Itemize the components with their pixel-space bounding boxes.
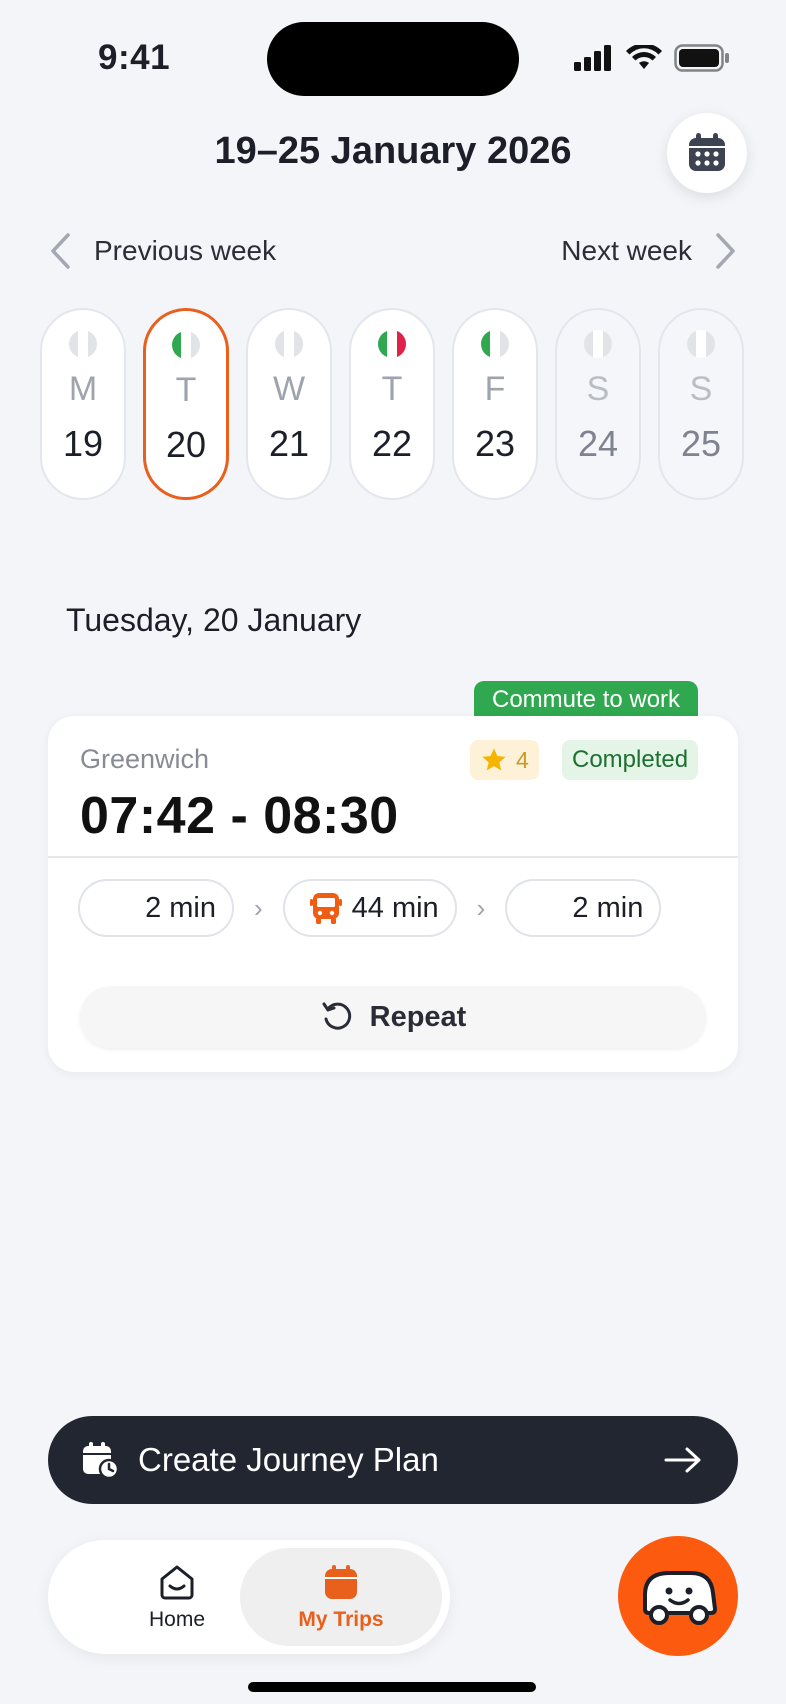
flag-icon <box>584 330 612 358</box>
day-number: 19 <box>62 423 104 464</box>
flag-icon <box>481 330 509 358</box>
day-number: 24 <box>577 423 619 464</box>
wifi-icon <box>626 45 662 69</box>
tab-home[interactable]: Home <box>112 1562 242 1632</box>
assistant-car-button[interactable] <box>618 1536 738 1656</box>
leg-duration: 2 min <box>572 891 644 924</box>
day-letter: T <box>381 370 403 408</box>
day-pill[interactable]: M 19 <box>40 308 126 500</box>
day-pill[interactable]: W 21 <box>246 308 332 500</box>
chevron-right-icon <box>716 233 735 269</box>
day-letter: S <box>689 370 713 408</box>
day-letter: S <box>586 370 610 408</box>
day-number: 25 <box>680 423 722 464</box>
next-week-label: Next week <box>561 235 692 266</box>
trip-legs: 2 min › 44 min › 2 min <box>78 879 662 937</box>
trip-time-range: 07:42 - 08:30 <box>80 787 399 845</box>
day-selector: M 19 T 20 W 21 T 22 F 23 S 24 S 25 <box>40 308 744 500</box>
flag-icon <box>172 331 200 359</box>
create-journey-plan-button[interactable]: Create Journey Plan <box>48 1416 738 1504</box>
smiling-car-icon <box>643 1571 717 1625</box>
repeat-icon <box>322 1002 351 1030</box>
repeat-button[interactable]: Repeat <box>80 986 706 1048</box>
calendar-icon <box>689 133 725 171</box>
selected-date-heading: Tuesday, 20 January <box>66 602 362 638</box>
flag-icon <box>687 330 715 358</box>
arrow-right-icon <box>664 1447 701 1473</box>
day-letter: T <box>175 371 197 409</box>
next-week-button[interactable]: Next week <box>561 232 738 270</box>
day-number: 21 <box>268 423 310 464</box>
bus-leg: 44 min <box>282 879 457 937</box>
day-letter: F <box>484 370 506 408</box>
trip-origin: Greenwich <box>80 744 210 774</box>
calendar-button[interactable] <box>667 113 747 193</box>
calendar-icon <box>325 1565 357 1599</box>
star-icon <box>482 748 506 771</box>
day-pill[interactable]: T 22 <box>349 308 435 500</box>
tab-bar: Home My Trips <box>48 1540 450 1654</box>
chevron-left-icon <box>51 233 70 269</box>
status-icons <box>574 44 730 72</box>
flag-icon <box>378 330 406 358</box>
tab-my-trips-label: My Trips <box>298 1608 384 1631</box>
walk-leg: 2 min <box>78 879 234 937</box>
chevron-right-icon: › <box>254 892 263 923</box>
repeat-label: Repeat <box>369 1000 467 1033</box>
dynamic-island <box>267 22 519 96</box>
calendar-clock-icon <box>83 1442 120 1480</box>
battery-icon <box>674 44 729 72</box>
day-pill-selected[interactable]: T 20 <box>143 308 229 500</box>
bus-icon <box>309 893 342 924</box>
rating-badge: 4 <box>470 740 539 780</box>
home-icon <box>160 1565 194 1600</box>
flag-icon <box>275 330 303 358</box>
day-number: 20 <box>165 424 207 465</box>
day-number: 22 <box>371 423 413 464</box>
trip-card[interactable]: Greenwich 4 Completed 07:42 - 08:30 2 mi… <box>48 716 738 1072</box>
rating-value: 4 <box>516 746 529 773</box>
day-number: 23 <box>474 423 516 464</box>
status-badge: Completed <box>562 740 699 780</box>
day-pill[interactable]: S 24 <box>555 308 641 500</box>
day-pill[interactable]: S 25 <box>658 308 744 500</box>
leg-duration: 2 min <box>145 891 216 924</box>
tab-home-label: Home <box>148 1608 206 1631</box>
status-time: 9:41 <box>98 38 171 77</box>
walk-leg: 2 min <box>505 879 662 937</box>
chevron-right-icon: › <box>476 892 486 923</box>
previous-week-label: Previous week <box>94 235 277 266</box>
previous-week-button[interactable]: Previous week <box>48 232 276 270</box>
cellular-signal-icon <box>574 45 611 71</box>
day-pill[interactable]: F 23 <box>452 308 538 500</box>
home-indicator <box>248 1682 536 1692</box>
day-letter: W <box>272 370 306 408</box>
create-journey-plan-label: Create Journey Plan <box>138 1441 439 1478</box>
leg-duration: 44 min <box>351 891 439 924</box>
divider <box>48 856 738 858</box>
tab-my-trips[interactable]: My Trips <box>240 1548 442 1646</box>
flag-icon <box>69 330 97 358</box>
day-letter: M <box>68 370 98 408</box>
trip-tag: Commute to work <box>474 681 699 719</box>
